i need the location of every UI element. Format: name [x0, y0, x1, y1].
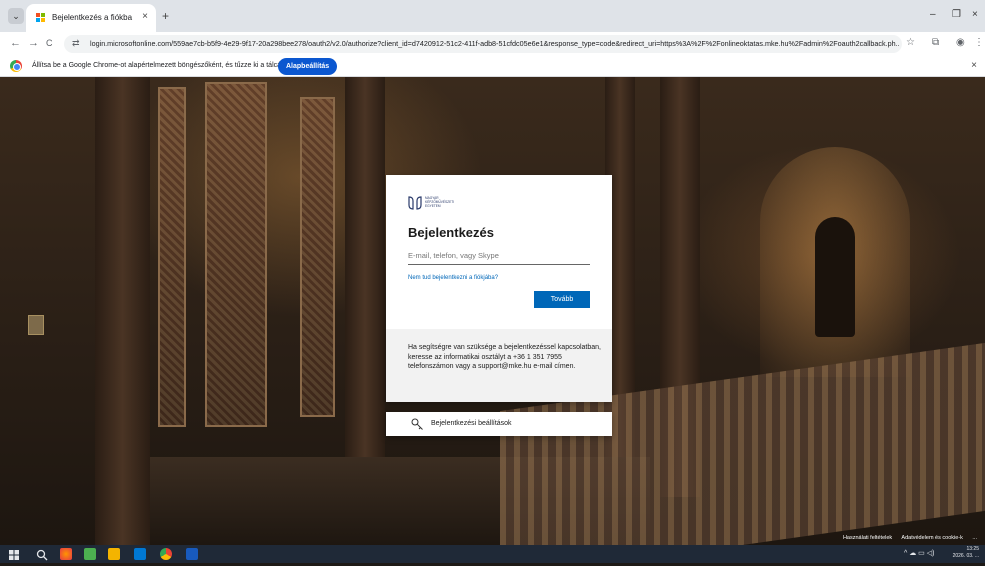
- page-title: Bejelentkezés: [408, 225, 494, 240]
- clock-date: 2026. 03. ...: [952, 553, 979, 559]
- next-button[interactable]: Tovább: [534, 291, 590, 308]
- back-button[interactable]: ←: [10, 37, 21, 49]
- tab-title: Bejelentkezés a fiókba: [52, 13, 133, 22]
- outlook-icon[interactable]: [134, 548, 146, 560]
- mke-logo-icon: [408, 196, 422, 210]
- key-icon: [411, 418, 423, 430]
- logo-text: MAGYAR KÉPZŐMŰVÉSZETI EGYETEM: [425, 196, 455, 208]
- signin-options-button[interactable]: Bejelentkezési beállítások: [386, 412, 612, 436]
- infobar-close-icon[interactable]: ×: [971, 60, 977, 71]
- cant-access-account-link[interactable]: Nem tud bejelentkezni a fiókjába?: [408, 275, 498, 281]
- microsoft-favicon-icon: [36, 13, 46, 23]
- word-icon[interactable]: [186, 548, 198, 560]
- statue: [815, 217, 855, 337]
- default-browser-infobar: Állítsa be a Google Chrome-ot alapértelm…: [0, 56, 985, 77]
- university-logo: MAGYAR KÉPZŐMŰVÉSZETI EGYETEM: [408, 196, 468, 210]
- address-bar[interactable]: ⇄ login.microsoftonline.com/559ae7cb-b5f…: [64, 35, 902, 53]
- close-window-button[interactable]: ×: [972, 9, 978, 20]
- url-text[interactable]: login.microsoftonline.com/559ae7cb-b5f9-…: [90, 39, 900, 48]
- taskbar-clock[interactable]: 13:25 2026. 03. ...: [953, 546, 979, 560]
- bookmark-star-icon[interactable]: ☆: [906, 37, 915, 48]
- profile-icon[interactable]: ◉: [956, 37, 965, 48]
- support-text: Ha segítségre van szüksége a bejelentkez…: [408, 344, 602, 370]
- forward-button[interactable]: →: [28, 37, 39, 49]
- browser-tabstrip: ⌄ Bejelentkezés a fiókba × + – ❐ ×: [0, 0, 985, 32]
- terms-of-use-link[interactable]: Használati feltételek: [843, 535, 892, 541]
- system-tray[interactable]: ^ ☁ ▭ ◁): [904, 549, 934, 557]
- signin-options-label: Bejelentkezési beállítások: [431, 420, 512, 427]
- tab-close-icon[interactable]: ×: [142, 11, 148, 22]
- store-icon[interactable]: [84, 548, 96, 560]
- tab-active[interactable]: Bejelentkezés a fiókba ×: [26, 4, 156, 32]
- extensions-icon[interactable]: ⧉: [932, 37, 939, 48]
- new-tab-button[interactable]: +: [162, 9, 169, 23]
- chrome-menu-icon[interactable]: ⋮: [974, 37, 984, 48]
- minimize-button[interactable]: –: [930, 9, 936, 20]
- site-info-icon[interactable]: ⇄: [72, 38, 80, 49]
- reload-button[interactable]: C: [46, 38, 53, 48]
- privacy-cookies-link[interactable]: Adatvédelem és cookie-k: [901, 535, 962, 541]
- windows-logo-icon: [9, 550, 19, 560]
- signin-card: MAGYAR KÉPZŐMŰVÉSZETI EGYETEM Bejelentke…: [386, 175, 612, 402]
- search-icon[interactable]: [36, 548, 48, 561]
- set-default-button[interactable]: Alapbeállítás: [278, 58, 338, 75]
- restore-button[interactable]: ❐: [952, 9, 961, 20]
- email-field[interactable]: [408, 247, 590, 265]
- more-options-link[interactable]: ...: [972, 535, 977, 541]
- start-button[interactable]: [8, 548, 20, 560]
- tab-search-button[interactable]: ⌄: [8, 8, 24, 24]
- firefox-icon[interactable]: [60, 548, 72, 560]
- windows-taskbar: ^ ☁ ▭ ◁) 13:25 2026. 03. ...: [0, 545, 985, 563]
- chrome-logo-icon: [10, 60, 22, 72]
- clock-time: 13:25: [966, 546, 979, 552]
- footer-links: Használati feltételek Adatvédelem és coo…: [843, 535, 985, 545]
- chrome-taskbar-icon[interactable]: [160, 548, 172, 560]
- support-info-panel: Ha segítségre van szüksége a bejelentkez…: [386, 329, 612, 402]
- infobar-message: Állítsa be a Google Chrome-ot alapértelm…: [32, 62, 288, 69]
- browser-toolbar: ← → C ⇄ login.microsoftonline.com/559ae7…: [0, 32, 985, 56]
- wall-plaque: [28, 315, 44, 335]
- file-explorer-icon[interactable]: [108, 548, 120, 560]
